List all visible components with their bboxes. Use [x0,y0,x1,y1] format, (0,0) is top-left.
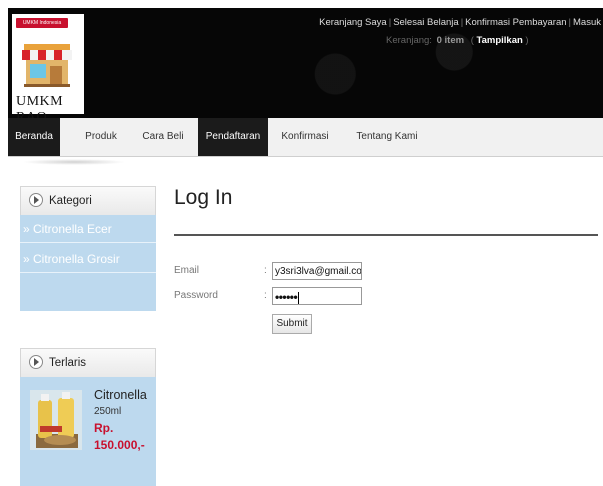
cart-label: Keranjang: [386,35,432,46]
logo-badge: UMKM Indonesia [16,18,68,28]
link-payment-confirmation[interactable]: Konfirmasi Pembayaran [465,17,566,28]
main-nav: Beranda Produk Cara Beli Pendaftaran Kon… [8,118,603,157]
site-header: UMKM Indonesia UMKM RAO Keranjang Saya|S… [8,8,603,125]
page-title: Log In [174,186,233,209]
password-field[interactable]: •••••• [272,287,362,305]
cart-show-link[interactable]: Tampilkan [477,35,523,46]
product-price: 150.000,- [94,438,145,452]
nav-produk[interactable]: Produk [74,118,128,156]
cart-count: 0 item [436,35,465,46]
bestseller-panel: Citronella 250ml Rp. 150.000,- [20,377,156,486]
category-item-grosir[interactable]: » Citronella Grosir [20,245,156,273]
product-image[interactable] [30,390,82,450]
storefront-icon [22,44,72,87]
link-checkout[interactable]: Selesai Belanja [393,17,459,28]
email-field[interactable]: y3sri3lva@gmail.com [272,262,362,280]
page: UMKM Indonesia UMKM RAO Keranjang Saya|S… [8,8,603,486]
nav-konfirmasi[interactable]: Konfirmasi [274,118,336,156]
top-links: Keranjang Saya | Selesai Belanja | Konfirmas… [319,17,601,28]
category-title: Kategori [49,195,92,207]
site-logo[interactable]: UMKM Indonesia UMKM RAO [12,14,84,125]
link-login[interactable]: Masuk [573,17,601,28]
product-size: 250ml [94,406,122,417]
category-item-ecer[interactable]: » Citronella Ecer [20,215,156,243]
title-divider [174,234,598,236]
arrow-circle-icon [29,354,43,369]
category-box-header: Kategori [20,186,156,216]
link-my-cart[interactable]: Keranjang Saya [319,17,387,28]
email-colon: : [264,265,267,276]
password-label: Password [174,290,218,301]
product-currency: Rp. [94,421,114,435]
arrow-circle-icon [29,192,43,207]
cart-summary: Keranjang: 0 item ( Tampilkan ) [386,35,529,46]
bestseller-box-header: Terlaris [20,348,156,378]
password-dots: •••••• [275,290,298,304]
nav-tentang-kami[interactable]: Tentang Kami [348,118,426,156]
nav-shadow [22,159,126,165]
nav-beranda[interactable]: Beranda [8,118,60,156]
password-colon: : [264,290,267,301]
nav-cara-beli[interactable]: Cara Beli [136,118,190,156]
email-label: Email [174,265,200,276]
submit-button[interactable]: Submit [272,314,312,334]
nav-pendaftaran[interactable]: Pendaftaran [198,118,268,156]
category-list: » Citronella Ecer » Citronella Grosir [20,215,156,311]
text-caret [298,292,300,304]
bestseller-title: Terlaris [49,357,87,369]
product-name[interactable]: Citronella [94,388,147,402]
